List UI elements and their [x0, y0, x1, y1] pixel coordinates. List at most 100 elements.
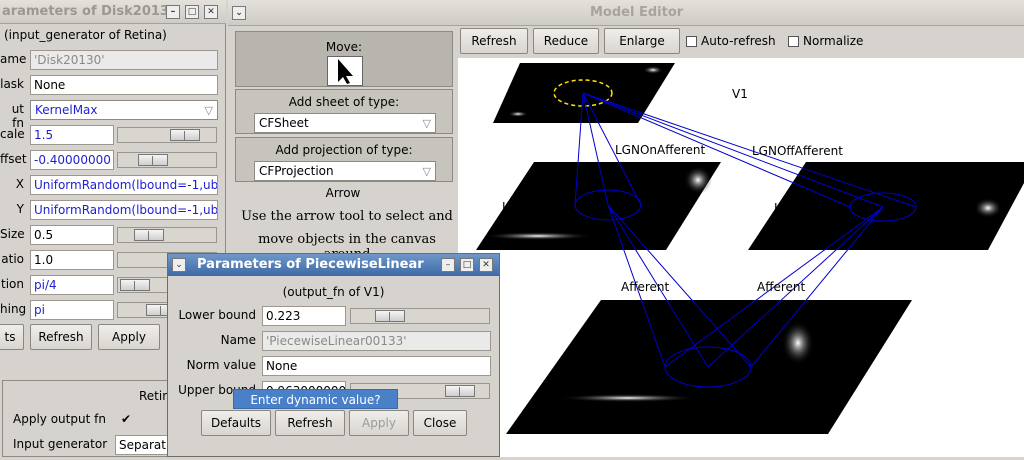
row-label-ratio: atio: [1, 252, 24, 266]
pwl-titlebar[interactable]: ⌄ Parameters of PiecewiseLinear – □ ✕: [168, 254, 499, 276]
close-icon[interactable]: ✕: [479, 258, 493, 272]
row-label-orientation: tion: [1, 277, 24, 291]
pwl-apply-button[interactable]: Apply: [349, 410, 409, 436]
input-generator-label: Input generator: [13, 437, 108, 451]
minimize-icon[interactable]: –: [166, 5, 180, 19]
row-label-x: X: [15, 177, 24, 191]
slider-thumb[interactable]: [120, 279, 150, 291]
ratio-field[interactable]: 1.0: [30, 250, 114, 270]
reduce-button[interactable]: Reduce: [533, 28, 599, 54]
add-projection-panel: Add projection of type: CFProjection ▽: [235, 137, 453, 182]
refresh-button[interactable]: Refresh: [30, 324, 92, 350]
offset-field[interactable]: -0.40000000: [30, 150, 114, 170]
slider-thumb[interactable]: [375, 310, 405, 322]
apply-button[interactable]: Apply: [98, 324, 160, 350]
model-editor-titlebar[interactable]: ⌄ Model Editor: [228, 0, 1024, 26]
close-icon[interactable]: ✕: [204, 5, 218, 19]
add-projection-label: Add projection of type:: [275, 143, 413, 157]
row-label-name: ame: [0, 52, 27, 66]
pwl-window-title: Parameters of PiecewiseLinear: [197, 257, 424, 272]
norm-value-label: Norm value: [186, 358, 256, 372]
x-field[interactable]: UniformRandom(lbound=-1,ub: [30, 175, 218, 195]
enlarge-button[interactable]: Enlarge: [604, 28, 680, 54]
apply-output-label: Apply output fn: [13, 412, 106, 426]
smoothing-field[interactable]: pi: [30, 300, 114, 320]
output-fn-value: KernelMax: [35, 103, 98, 117]
pwl-name-field[interactable]: 'PiecewiseLinear00133': [262, 331, 491, 351]
minimize-icon[interactable]: –: [441, 258, 455, 272]
dropdown-arrow-icon: ▽: [204, 104, 213, 117]
v1-blob: [643, 66, 663, 74]
lgn-on-blob: [483, 232, 593, 240]
offset-slider[interactable]: [117, 152, 217, 168]
normalize-label: Normalize: [803, 34, 864, 48]
row-label-mask: lask: [0, 77, 24, 91]
lower-bound-label: Lower bound: [178, 308, 256, 322]
pwl-defaults-button[interactable]: Defaults: [201, 410, 271, 436]
retina-blob: [782, 321, 814, 365]
slider-thumb[interactable]: [138, 154, 168, 166]
row-label-size: Size: [0, 227, 25, 241]
scale-slider[interactable]: [117, 127, 217, 143]
auto-refresh-checkbox[interactable]: [686, 36, 697, 47]
menu-arrow-icon[interactable]: ⌄: [172, 258, 186, 272]
mask-field[interactable]: None: [30, 75, 218, 95]
size-field[interactable]: 0.5: [30, 225, 114, 245]
disk-window-titlebar[interactable]: arameters of Disk2013 – □ ✕: [0, 0, 226, 24]
defaults-button[interactable]: ts: [0, 324, 24, 350]
refresh-button[interactable]: Refresh: [460, 28, 528, 54]
norm-value-field[interactable]: None: [262, 356, 491, 376]
dropdown-arrow-icon: ▽: [422, 165, 431, 178]
maximize-icon[interactable]: □: [185, 5, 199, 19]
lgn-on-label: LGNOn: [502, 200, 545, 214]
lower-bound-slider[interactable]: [350, 308, 490, 324]
row-label-scale: cale: [0, 127, 25, 141]
model-canvas[interactable]: V1 LGNOnAfferent LGNOffAfferent LGNOn LG…: [458, 58, 1024, 457]
sheet-type-select[interactable]: CFSheet ▽: [254, 113, 436, 133]
scale-field[interactable]: 1.5: [30, 125, 114, 145]
move-tool-panel[interactable]: Move:: [235, 31, 453, 87]
afferent-right-label: Afferent: [757, 280, 806, 294]
normalize-checkbox[interactable]: [788, 36, 799, 47]
row-label-output-fn: ut fn: [11, 102, 24, 130]
menu-arrow-icon[interactable]: ⌄: [232, 6, 246, 20]
model-editor-title: Model Editor: [590, 5, 684, 20]
afferent-left-label: Afferent: [621, 280, 670, 294]
lgn-on-afferent-label: LGNOnAfferent: [615, 143, 706, 157]
arrow-tool-title: Arrow: [325, 186, 361, 200]
slider-thumb[interactable]: [170, 129, 200, 141]
maximize-icon[interactable]: □: [460, 258, 474, 272]
move-label: Move:: [325, 40, 363, 54]
row-label-y: Y: [16, 202, 24, 216]
name-field[interactable]: 'Disk20130': [30, 50, 218, 70]
lower-bound-field[interactable]: 0.223: [262, 306, 346, 326]
add-sheet-panel: Add sheet of type: CFSheet ▽: [235, 89, 453, 134]
pwl-close-button[interactable]: Close: [413, 410, 467, 436]
dropdown-arrow-icon: ▽: [422, 117, 431, 130]
retina-blob: [558, 394, 698, 402]
projection-type-value: CFProjection: [259, 164, 334, 178]
lgn-off-blob: [974, 198, 1002, 218]
orientation-field[interactable]: pi/4: [30, 275, 114, 295]
disk-window-title: arameters of Disk2013: [2, 4, 169, 19]
apply-output-checkbox[interactable]: ✔: [121, 412, 131, 426]
slider-thumb[interactable]: [445, 385, 475, 397]
v1-label: V1: [732, 87, 748, 101]
projection-type-select[interactable]: CFProjection ▽: [254, 161, 436, 181]
retina-heading: Retin: [139, 389, 170, 403]
sheet-type-value: CFSheet: [259, 116, 309, 130]
auto-refresh-label: Auto-refresh: [701, 34, 776, 48]
arrow-tool-icon[interactable]: [327, 56, 363, 86]
enter-dynamic-value-menu-item[interactable]: Enter dynamic value?: [233, 389, 398, 409]
output-fn-select[interactable]: KernelMax ▽: [30, 100, 218, 120]
network-diagram: [476, 63, 1024, 434]
editor-toolbar: Refresh Reduce Enlarge Auto-refresh Norm…: [458, 26, 1024, 58]
slider-thumb[interactable]: [134, 229, 164, 241]
pwl-refresh-button[interactable]: Refresh: [275, 410, 345, 436]
y-field[interactable]: UniformRandom(lbound=-1,ub: [30, 200, 218, 220]
add-sheet-label: Add sheet of type:: [288, 95, 400, 109]
disk-window-subtitle: (input_generator of Retina): [4, 28, 167, 42]
lgn-off-afferent-label: LGNOffAfferent: [752, 144, 843, 158]
piecewise-linear-window: ⌄ Parameters of PiecewiseLinear – □ ✕ (o…: [167, 253, 500, 457]
size-slider[interactable]: [117, 227, 217, 243]
